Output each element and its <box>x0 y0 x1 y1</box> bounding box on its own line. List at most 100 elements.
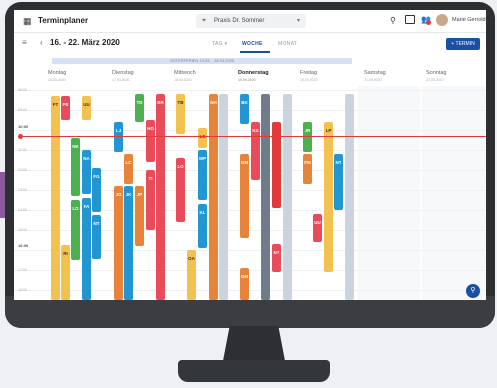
avatar[interactable] <box>436 14 448 26</box>
appointment[interactable]: NH <box>209 94 218 300</box>
search-icon[interactable]: ⚲ <box>390 16 396 25</box>
hour-line <box>14 130 486 131</box>
appointment[interactable]: JK <box>124 186 133 300</box>
day-name: Dienstag <box>112 70 134 76</box>
appointment[interactable]: PE <box>61 96 70 120</box>
day-header-wednesday[interactable]: Mittwoch 18.03.2020 <box>174 70 196 82</box>
day-date: 16.03.2020 <box>48 78 66 82</box>
previous-week-button[interactable]: ‹ <box>40 38 43 47</box>
appointment[interactable]: NA <box>82 150 91 194</box>
time-label: 16:00 <box>18 243 29 248</box>
appointment[interactable]: FG <box>92 168 101 212</box>
time-label: 14:00 <box>18 208 27 212</box>
time-label: 15:00 <box>18 228 27 232</box>
appointment[interactable]: LO <box>71 200 80 260</box>
monitor-base <box>178 360 330 382</box>
zoom-fab-button[interactable]: ⚲ <box>466 284 480 298</box>
tab-day[interactable]: TAG ▾ <box>212 41 227 47</box>
top-bar: ▦ Terminplaner ⌖ Praxis Dr. Sommer ▾ ⚲ 👥… <box>14 10 486 33</box>
appointment[interactable]: GM <box>240 154 249 238</box>
appointment[interactable]: RI <box>61 245 70 300</box>
tab-week[interactable]: WOCHE <box>242 41 263 47</box>
users-icon[interactable]: 👥 <box>421 15 431 25</box>
current-time-dot <box>18 134 23 139</box>
practice-label: Praxis Dr. Sommer <box>214 18 265 24</box>
appointment[interactable]: LC <box>124 154 133 184</box>
time-label: 11:00 <box>18 148 27 152</box>
day-header-monday[interactable]: Montag 16.03.2020 <box>48 70 67 82</box>
apps-grid-icon[interactable]: ▦ <box>23 17 32 26</box>
appointment[interactable]: TB <box>176 94 185 134</box>
appointment[interactable]: HO <box>146 120 155 162</box>
day-header-saturday[interactable]: Samstag 21.03.2020 <box>364 70 386 82</box>
appointment[interactable]: GM <box>240 268 249 300</box>
day-header-tuesday[interactable]: Dienstag 17.03.2020 <box>112 70 134 82</box>
day-name: Mittwoch <box>174 70 196 76</box>
user-name[interactable]: Marie Gerrold <box>452 17 486 23</box>
appointment[interactable]: UU <box>82 96 91 120</box>
appointment[interactable]: OA <box>187 250 196 300</box>
calendar-screen: ▦ Terminplaner ⌖ Praxis Dr. Sommer ▾ ⚲ 👥… <box>14 10 486 300</box>
appointment[interactable]: TI <box>146 170 155 230</box>
day-header-thursday[interactable]: Donnerstag 19.03.2020 <box>238 70 269 82</box>
hour-line <box>14 90 486 91</box>
new-appointment-button[interactable]: + TERMIN <box>446 38 480 50</box>
appointment[interactable]: BR <box>156 94 165 300</box>
time-label: 08:00 <box>18 88 27 92</box>
next-week-button[interactable]: › <box>114 38 117 47</box>
appointment[interactable]: UU <box>313 214 322 242</box>
day-date: 21.03.2020 <box>364 78 382 82</box>
weekend-column-sunday <box>422 86 486 300</box>
appointment-blocked[interactable] <box>261 94 270 300</box>
appointment[interactable]: KS <box>251 122 260 180</box>
appointment[interactable]: NK <box>71 138 80 196</box>
day-name: Freitag <box>300 70 318 76</box>
weekend-column-saturday <box>358 86 420 300</box>
current-time-line <box>20 136 486 137</box>
appointment-blocked[interactable] <box>345 94 354 300</box>
appointment[interactable]: BK <box>240 94 249 124</box>
appointment[interactable]: KL <box>198 204 207 248</box>
time-label: 09:00 <box>18 108 27 112</box>
time-label: 10:00 <box>18 124 29 129</box>
appointment[interactable]: JR <box>303 122 312 152</box>
notification-badge <box>426 20 431 25</box>
menu-icon[interactable]: ≡ <box>22 38 27 47</box>
appointment[interactable]: JP <box>135 186 144 246</box>
day-name: Donnerstag <box>238 70 269 76</box>
practice-select[interactable]: ⌖ Praxis Dr. Sommer ▾ <box>196 14 306 28</box>
appointment-blocked[interactable] <box>219 94 228 300</box>
day-name: Samstag <box>364 70 386 76</box>
toolbar: ≡ ‹ 16. - 22. März 2020 › TAG ▾ WOCHE MO… <box>14 33 486 53</box>
appointment[interactable]: FM <box>303 154 312 184</box>
tab-month[interactable]: MONAT <box>278 41 297 47</box>
time-label: 18:00 <box>18 288 27 292</box>
monitor-chin <box>5 296 495 328</box>
appointment[interactable]: JO <box>114 186 123 300</box>
active-tab-indicator <box>240 51 270 53</box>
appointment[interactable]: FA <box>82 198 91 300</box>
appointment[interactable]: LP <box>324 122 333 272</box>
appointment[interactable]: LO <box>176 158 185 222</box>
appointment[interactable]: FT <box>51 96 60 300</box>
location-pin-icon: ⌖ <box>202 17 206 24</box>
appointment[interactable]: NT <box>92 215 101 259</box>
day-date: 22.03.2020 <box>426 78 444 82</box>
day-name: Montag <box>48 70 67 76</box>
appointment[interactable]: LC <box>198 128 207 148</box>
day-name: Sonntag <box>426 70 447 76</box>
appointment[interactable]: LJ <box>114 122 123 152</box>
appointment[interactable]: NT <box>272 244 281 272</box>
appointment-active[interactable] <box>272 122 281 208</box>
holiday-banner: OSTERFERIEN 13.03. - 18.03.2020 <box>52 58 352 64</box>
appointment[interactable]: NT <box>334 154 343 210</box>
appointment[interactable]: WP <box>198 150 207 200</box>
appointment-blocked[interactable] <box>283 94 292 300</box>
day-date: 19.03.2020 <box>238 78 256 82</box>
time-label: 12:00 <box>18 168 27 172</box>
date-range: 16. - 22. März 2020 <box>50 38 120 47</box>
day-header-friday[interactable]: Freitag 20.03.2020 <box>300 70 318 82</box>
day-header-sunday[interactable]: Sonntag 22.03.2020 <box>426 70 447 82</box>
appointment[interactable]: TD <box>135 94 144 122</box>
message-icon[interactable] <box>405 15 415 24</box>
